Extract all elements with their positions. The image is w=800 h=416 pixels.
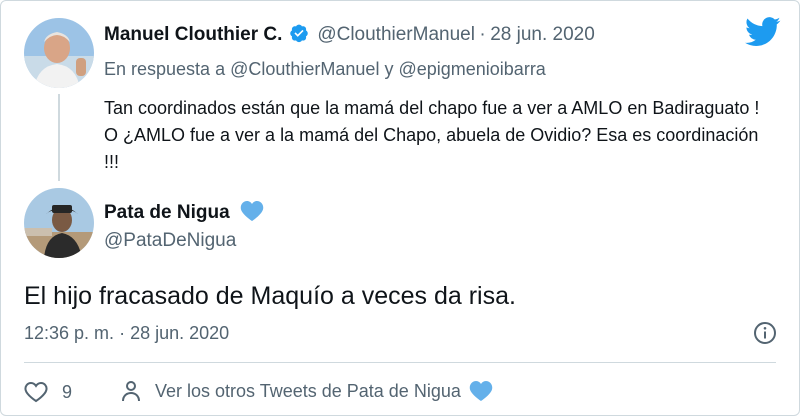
blue-heart-icon	[469, 381, 493, 401]
main-tweet-text: El hijo fracasado de Maquío a veces da r…	[24, 282, 516, 310]
main-author-handle[interactable]: @PataDeNigua	[104, 230, 236, 252]
reply-user-link-1[interactable]: @ClouthierManuel	[230, 59, 379, 79]
info-icon[interactable]	[753, 321, 777, 345]
quoted-author-handle[interactable]: @ClouthierManuel	[317, 24, 475, 45]
main-author-header: Pata de Nigua	[104, 200, 264, 224]
quoted-author-name[interactable]: Manuel Clouthier C.	[104, 24, 282, 45]
verified-badge-icon	[290, 24, 308, 43]
avatar-manuel-clouthier[interactable]	[24, 18, 94, 88]
main-author-name[interactable]: Pata de Nigua	[104, 202, 230, 223]
header-separator: ·	[479, 24, 486, 45]
more-tweets-link[interactable]: Ver los otros Tweets de Pata de Nigua	[119, 379, 493, 403]
quoted-tweet-date[interactable]: 28 jun. 2020	[490, 24, 595, 45]
like-count: 9	[62, 381, 73, 402]
embedded-tweet-card: Manuel Clouthier C. @ClouthierManuel · 2…	[0, 0, 800, 416]
twitter-bird-icon[interactable]	[745, 17, 781, 47]
timestamp-separator: ·	[119, 323, 126, 343]
like-action[interactable]: 9	[24, 381, 72, 403]
reply-context: En respuesta a @ClouthierManuel y @epigm…	[104, 59, 546, 80]
quoted-tweet-text: Tan coordinados están que la mamá del ch…	[104, 98, 760, 172]
tweet-time: 12:36 p. m.	[24, 323, 115, 343]
thread-connector-line	[58, 94, 60, 181]
blue-heart-icon	[240, 201, 264, 221]
footer-divider	[24, 362, 776, 363]
main-tweet-timestamp[interactable]: 12:36 p. m. · 28 jun. 2020	[24, 323, 229, 344]
more-tweets-label: Ver los otros Tweets de Pata de Nigua	[155, 380, 461, 401]
reply-prefix: En respuesta a	[104, 59, 226, 79]
reply-user-link-2[interactable]: @epigmenioibarra	[398, 59, 545, 79]
person-icon	[122, 381, 140, 402]
quoted-tweet-header: Manuel Clouthier C. @ClouthierManuel · 2…	[104, 23, 595, 46]
tweet-date: 28 jun. 2020	[130, 323, 230, 343]
reply-conjunction: y	[384, 59, 394, 79]
avatar-pata-de-nigua[interactable]	[24, 188, 94, 258]
heart-outline-icon[interactable]	[24, 381, 48, 403]
